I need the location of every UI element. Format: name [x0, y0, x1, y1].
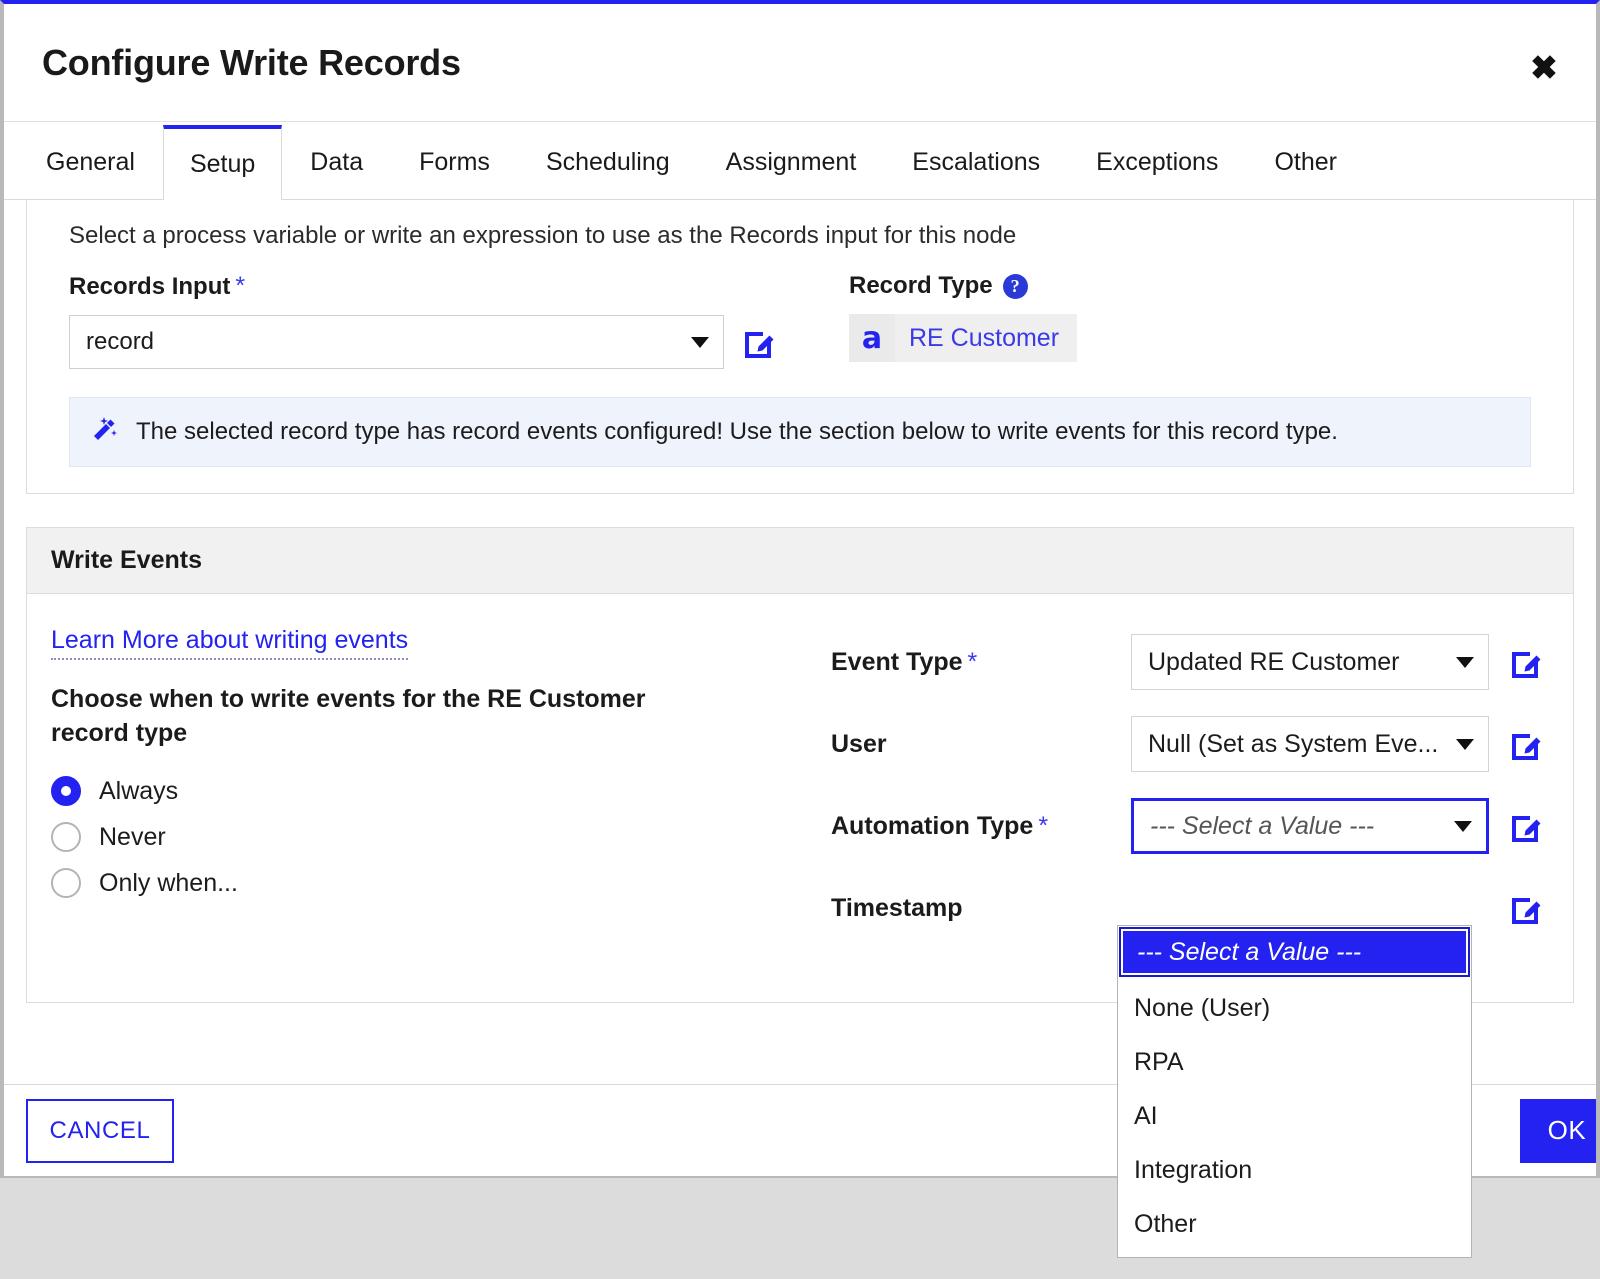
user-label-text: User — [831, 729, 887, 758]
event-type-select[interactable]: Updated RE Customer — [1131, 634, 1489, 690]
radio-option-only-when[interactable]: Only when... — [51, 868, 831, 898]
write-events-right-column: Event Type * Updated RE Customer User Nu… — [831, 626, 1549, 962]
setup-helper-text: Select a process variable or write an ex… — [69, 222, 1017, 249]
records-input-label-text: Records Input — [69, 272, 231, 300]
close-icon[interactable]: ✖ — [1527, 50, 1561, 84]
radio-option-never[interactable]: Never — [51, 822, 831, 852]
radio-never-label: Never — [99, 822, 166, 851]
records-input-label: Records Input * — [69, 272, 849, 301]
records-input-select[interactable]: record — [69, 315, 724, 369]
event-type-value: Updated RE Customer — [1148, 647, 1400, 676]
chevron-down-icon — [691, 336, 709, 348]
ok-button[interactable]: OK — [1520, 1098, 1596, 1163]
tab-exceptions[interactable]: Exceptions — [1068, 125, 1246, 199]
dialog-header: Configure Write Records ✖ — [4, 4, 1596, 122]
tab-assignment[interactable]: Assignment — [698, 125, 885, 199]
event-type-label: Event Type * — [831, 648, 1131, 677]
record-type-label-text: Record Type — [849, 272, 993, 299]
radio-only-when-label: Only when... — [99, 868, 238, 897]
record-type-group: Record Type ? a RE Customer — [849, 272, 1551, 369]
user-select[interactable]: Null (Set as System Eve... — [1131, 716, 1489, 772]
magic-wand-icon — [90, 416, 118, 449]
radio-always-indicator[interactable] — [51, 776, 81, 806]
tab-data[interactable]: Data — [282, 125, 391, 199]
automation-type-dropdown-list[interactable]: --- Select a Value --- None (User) RPA A… — [1117, 925, 1472, 1258]
chevron-down-icon — [1456, 656, 1474, 668]
tab-scheduling[interactable]: Scheduling — [518, 125, 698, 199]
tab-escalations[interactable]: Escalations — [884, 125, 1068, 199]
chevron-down-icon — [1454, 820, 1472, 832]
records-input-panel: Select a process variable or write an ex… — [26, 200, 1574, 494]
tab-other[interactable]: Other — [1246, 125, 1365, 199]
automation-type-value: --- Select a Value --- — [1150, 811, 1375, 840]
timestamp-label: Timestamp — [831, 894, 1131, 923]
tab-setup[interactable]: Setup — [162, 125, 283, 200]
field-row-event-type: Event Type * Updated RE Customer — [831, 634, 1549, 690]
choose-when-label: Choose when to write events for the RE C… — [51, 685, 646, 747]
records-input-control: record — [69, 315, 849, 369]
required-asterisk: * — [235, 272, 246, 300]
edit-pencil-icon-event-type[interactable] — [1509, 646, 1541, 678]
edit-pencil-icon-automation-type[interactable] — [1509, 810, 1541, 842]
records-input-value: record — [86, 328, 155, 355]
dropdown-option-none-user[interactable]: None (User) — [1118, 981, 1471, 1035]
user-label: User — [831, 730, 1131, 759]
dropdown-option-integration[interactable]: Integration — [1118, 1143, 1471, 1197]
event-type-label-text: Event Type — [831, 647, 963, 676]
record-events-info-text: The selected record type has record even… — [136, 418, 1338, 445]
edit-pencil-icon-timestamp[interactable] — [1509, 892, 1541, 924]
dropdown-option-ai[interactable]: AI — [1118, 1089, 1471, 1143]
record-type-label: Record Type ? — [849, 272, 1551, 300]
tab-forms[interactable]: Forms — [391, 125, 518, 199]
automation-type-required-asterisk: * — [1038, 811, 1049, 840]
records-input-row: Records Input * record Record Type ? a R… — [49, 272, 1551, 369]
record-type-chip[interactable]: a RE Customer — [849, 314, 1078, 362]
timestamp-label-text: Timestamp — [831, 893, 963, 922]
write-events-left-column: Learn More about writing events Choose w… — [51, 626, 831, 962]
edit-pencil-icon-user[interactable] — [1509, 728, 1541, 760]
dropdown-option-select-a-value[interactable]: --- Select a Value --- — [1119, 927, 1470, 977]
automation-type-select[interactable]: --- Select a Value --- — [1131, 798, 1489, 854]
tab-general[interactable]: General — [18, 125, 163, 199]
edit-pencil-icon-records-input[interactable] — [742, 326, 774, 358]
dropdown-option-other[interactable]: Other — [1118, 1197, 1471, 1251]
tab-bar: General Setup Data Forms Scheduling Assi… — [4, 122, 1596, 200]
field-row-user: User Null (Set as System Eve... — [831, 716, 1549, 772]
record-events-info-banner: The selected record type has record even… — [69, 397, 1531, 467]
dropdown-option-rpa[interactable]: RPA — [1118, 1035, 1471, 1089]
dialog-title: Configure Write Records — [42, 41, 461, 83]
radio-never-indicator[interactable] — [51, 822, 81, 852]
appian-record-type-icon: a — [849, 314, 895, 362]
help-circle-icon[interactable]: ? — [1002, 273, 1028, 299]
write-events-section-title: Write Events — [27, 528, 1573, 594]
field-row-automation-type: Automation Type * --- Select a Value --- — [831, 798, 1549, 854]
event-type-required-asterisk: * — [967, 647, 978, 676]
records-input-group: Records Input * record — [69, 272, 849, 369]
radio-only-when-indicator[interactable] — [51, 868, 81, 898]
record-type-name[interactable]: RE Customer — [895, 324, 1077, 353]
cancel-button[interactable]: CANCEL — [26, 1098, 174, 1163]
automation-type-label-text: Automation Type — [831, 811, 1034, 840]
radio-option-always[interactable]: Always — [51, 776, 831, 806]
learn-more-link[interactable]: Learn More about writing events — [51, 626, 409, 660]
chevron-down-icon — [1456, 738, 1474, 750]
radio-always-label: Always — [99, 776, 179, 805]
automation-type-label: Automation Type * — [831, 812, 1131, 841]
user-value: Null (Set as System Eve... — [1148, 729, 1439, 758]
